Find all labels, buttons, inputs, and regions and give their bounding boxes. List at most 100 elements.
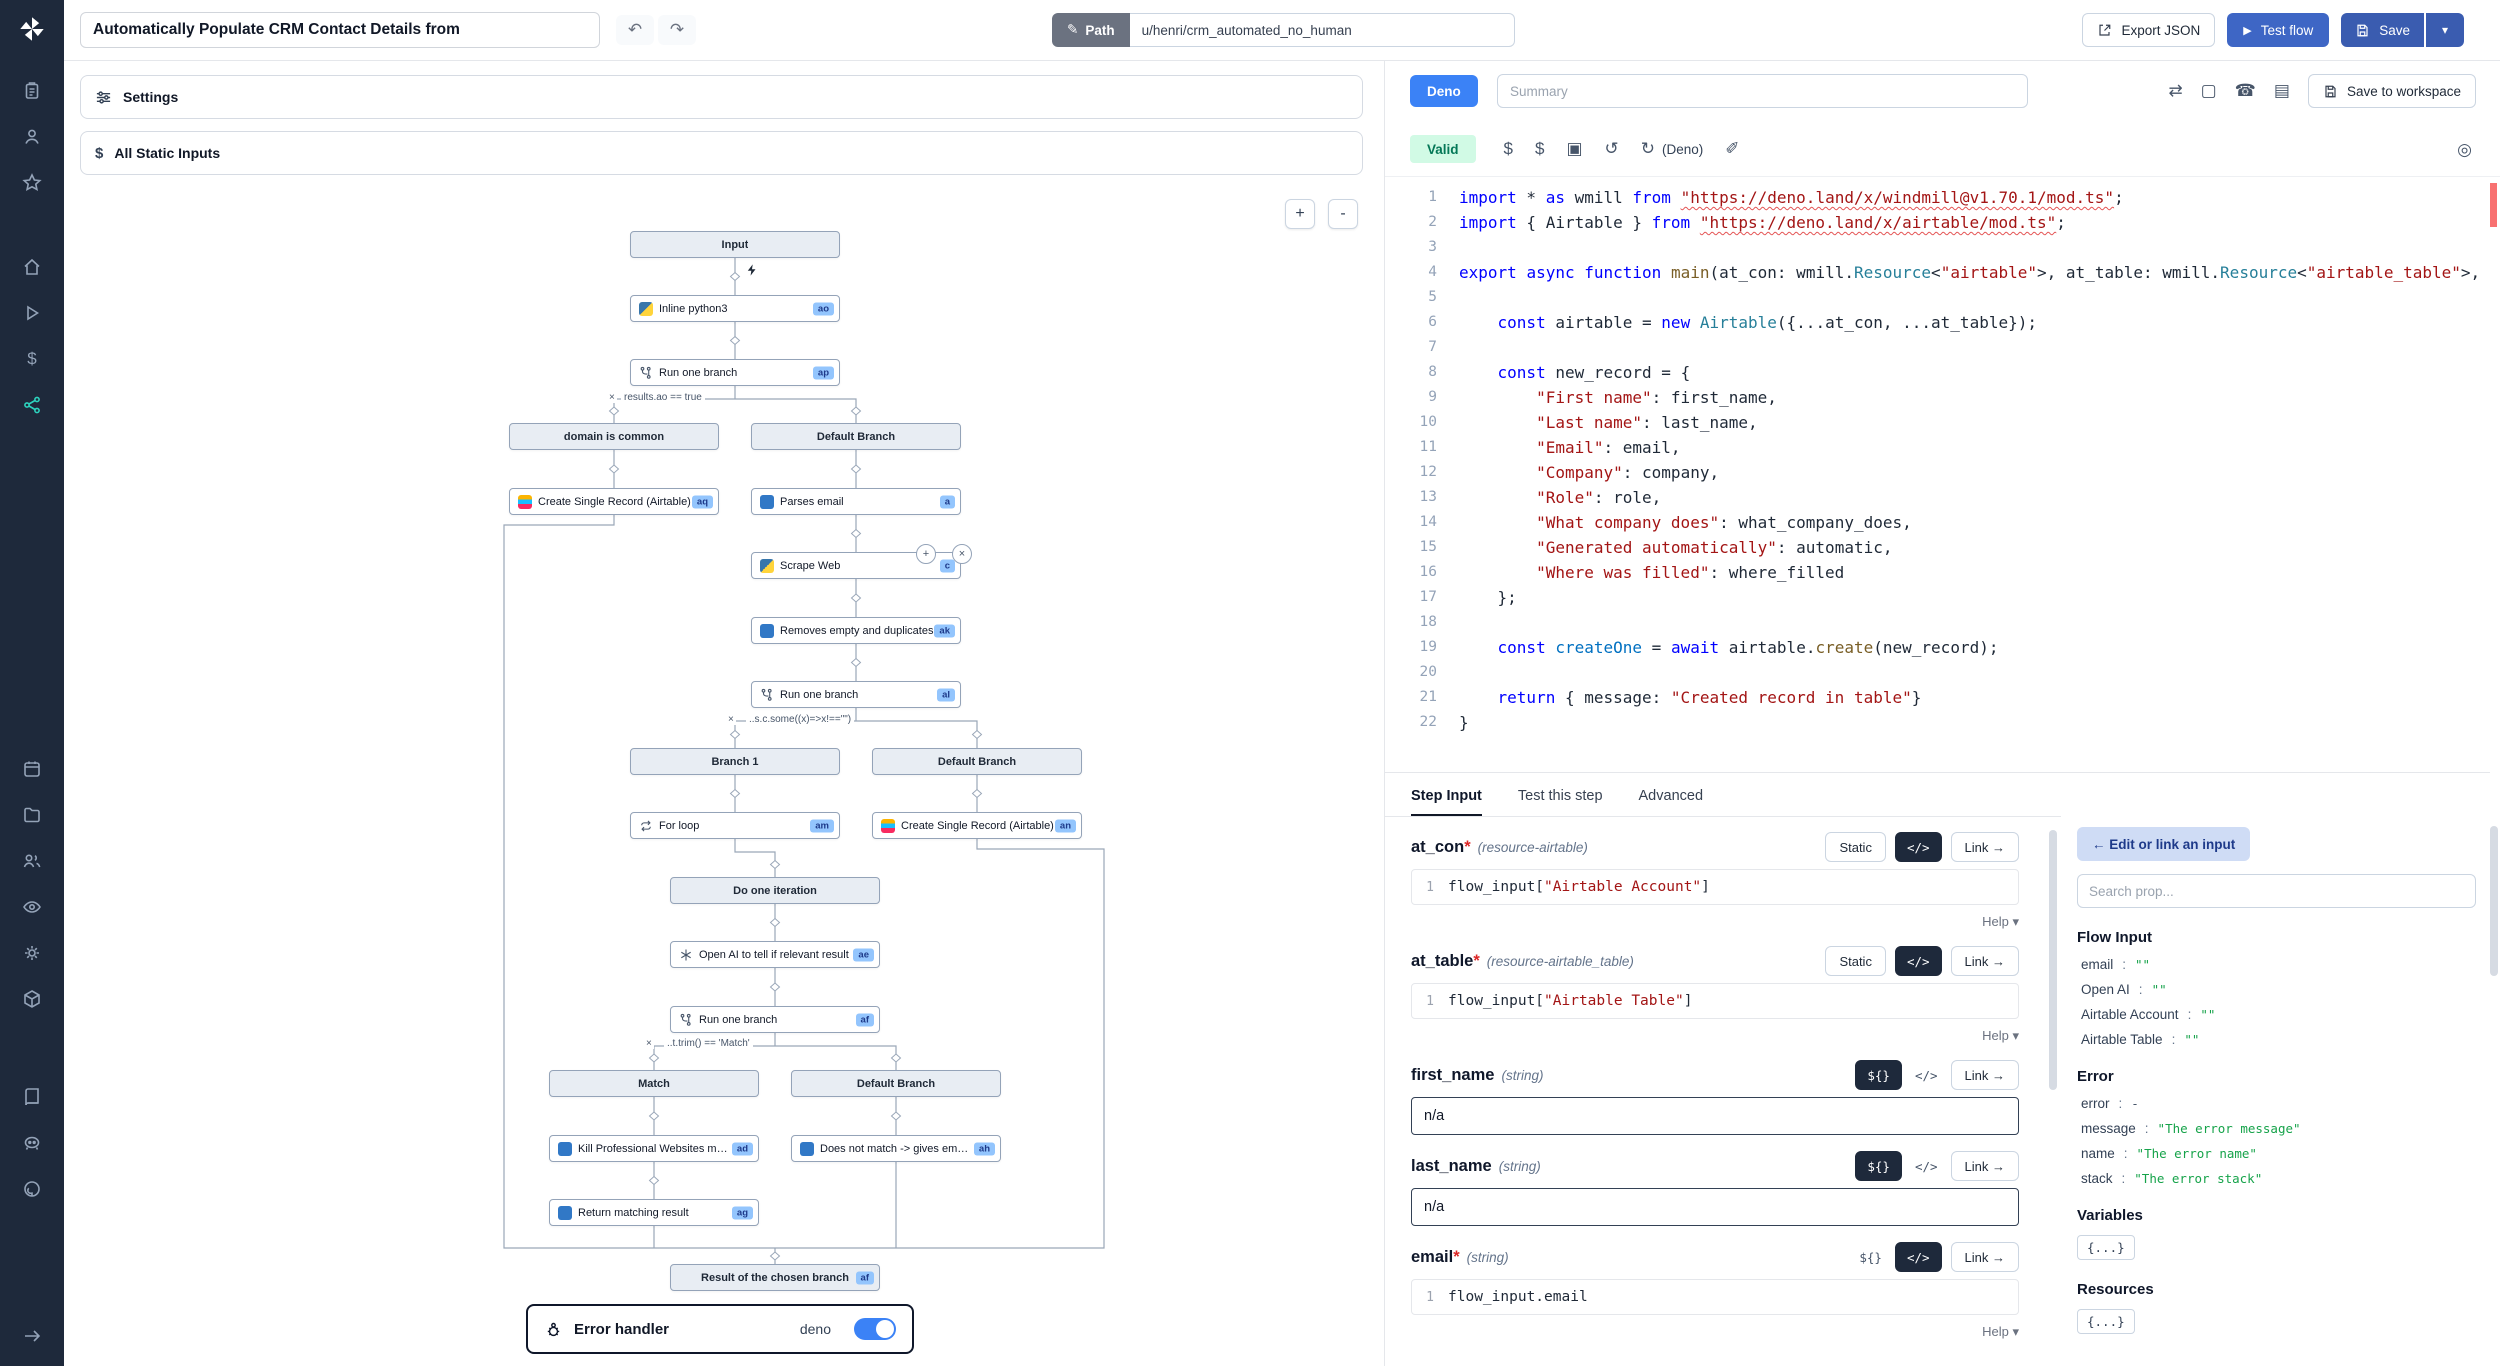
field-first_name-template-toggle[interactable]: ${}: [1855, 1060, 1902, 1090]
branch-close-icon[interactable]: ×: [607, 392, 617, 403]
windmill-logo[interactable]: [0, 0, 64, 58]
format-brush-icon[interactable]: ✐: [1725, 139, 1739, 159]
prop-chip-variables[interactable]: {...}: [2077, 1235, 2135, 1260]
flow-node-def1[interactable]: Default Branch: [751, 423, 961, 450]
flow-node-doone[interactable]: Do one iteration: [670, 877, 880, 904]
tab-test-this-step[interactable]: Test this step: [1518, 788, 1603, 816]
sidebar-item-docs[interactable]: [0, 1074, 64, 1120]
prop-entry-message[interactable]: message:"The error message": [2077, 1121, 2476, 1136]
prop-entry-name[interactable]: name:"The error name": [2077, 1146, 2476, 1161]
flow-node-br1[interactable]: Branch 1: [630, 748, 840, 775]
sidebar-item-variables[interactable]: $: [0, 336, 64, 382]
undo-button[interactable]: ↶: [616, 15, 654, 45]
flow-node-kill[interactable]: Kill Professional Websites mentionsad: [549, 1135, 759, 1162]
flow-node-def2[interactable]: Default Branch: [872, 748, 1082, 775]
field-at_con-expression[interactable]: 1flow_input["Airtable Account"]: [1411, 869, 2019, 905]
eye-icon[interactable]: ◎: [2457, 140, 2472, 160]
error-handler-toggle[interactable]: [854, 1318, 896, 1340]
sidebar-item-audit-logs[interactable]: [0, 884, 64, 930]
prop-chip-resources[interactable]: {...}: [2077, 1309, 2135, 1334]
field-at_con-code-toggle[interactable]: </>: [1895, 832, 1942, 862]
flow-node-openai[interactable]: Open AI to tell if relevant resultae: [670, 941, 880, 968]
library-icon[interactable]: ▤: [2274, 81, 2290, 101]
history-icon[interactable]: ↺: [1605, 139, 1619, 159]
field-at_table-code-toggle[interactable]: </>: [1895, 946, 1942, 976]
flow-node-ret[interactable]: Return matching resultag: [549, 1199, 759, 1226]
prop-entry-airtable-account[interactable]: Airtable Account:"": [2077, 1007, 2476, 1022]
sidebar-item-workspace[interactable]: [0, 68, 64, 114]
sidebar-item-favorites[interactable]: [0, 160, 64, 206]
field-first_name-code-toggle[interactable]: </>: [1911, 1060, 1942, 1090]
field-at_con-help-link[interactable]: Help ▾: [1411, 914, 2019, 930]
language-badge[interactable]: Deno: [1410, 75, 1478, 107]
field-at_table-static-button[interactable]: Static: [1825, 946, 1886, 976]
redo-button[interactable]: ↷: [658, 15, 696, 45]
path-button[interactable]: ✎ Path: [1052, 13, 1130, 47]
sidebar-item-schedules[interactable]: [0, 746, 64, 792]
field-email-template-toggle[interactable]: ${}: [1855, 1242, 1886, 1272]
resource-dollar-icon[interactable]: $: [1535, 139, 1544, 159]
prop-entry-email[interactable]: email:"": [2077, 957, 2476, 972]
flow-node-sr_r[interactable]: Create Single Record (Airtable)an: [872, 812, 1082, 839]
settings-accordion[interactable]: Settings: [80, 75, 1363, 119]
field-last_name-template-toggle[interactable]: ${}: [1855, 1151, 1902, 1181]
field-at_table-link-button[interactable]: Link →: [1951, 946, 2019, 976]
field-email-expression[interactable]: 1flow_input.email: [1411, 1279, 2019, 1315]
flow-node-result[interactable]: Result of the chosen branchaf: [670, 1264, 880, 1291]
flow-node-af[interactable]: Run one branchaf: [670, 1006, 880, 1033]
field-at_table-expression[interactable]: 1flow_input["Airtable Table"]: [1411, 983, 2019, 1019]
field-at_con-link-button[interactable]: Link →: [1951, 832, 2019, 862]
flow-canvas[interactable]: + - Error handler deno InputInline pytho…: [64, 183, 1384, 1366]
prop-search-input[interactable]: [2077, 874, 2476, 908]
flow-node-py[interactable]: Inline python3ao: [630, 295, 840, 322]
flow-node-al[interactable]: Run one branchal: [751, 681, 961, 708]
sidebar-item-workers[interactable]: [0, 976, 64, 1022]
sidebar-item-folders[interactable]: [0, 792, 64, 838]
panel-divider[interactable]: [1384, 60, 1385, 1366]
branch-close-icon[interactable]: ×: [644, 1038, 654, 1049]
edit-or-link-input-button[interactable]: ← Edit or link an input: [2077, 827, 2250, 861]
step-panel-scrollbar[interactable]: [2049, 830, 2057, 1090]
tab-step-input[interactable]: Step Input: [1411, 788, 1482, 816]
zoom-in-button[interactable]: +: [1285, 199, 1315, 229]
tab-advanced[interactable]: Advanced: [1639, 788, 1704, 816]
field-email-help-link[interactable]: Help ▾: [1411, 1324, 2019, 1340]
sidebar-item-runs[interactable]: [0, 290, 64, 336]
static-inputs-accordion[interactable]: $ All Static Inputs: [80, 131, 1363, 175]
grid-icon[interactable]: ▣: [1566, 139, 1582, 159]
save-button[interactable]: Save: [2341, 13, 2424, 47]
field-at_table-help-link[interactable]: Help ▾: [1411, 1028, 2019, 1044]
flow-node-forloop[interactable]: For loopam: [630, 812, 840, 839]
path-value[interactable]: u/henri/crm_automated_no_human: [1130, 13, 1515, 47]
field-email-link-button[interactable]: Link →: [1951, 1242, 2019, 1272]
code-editor[interactable]: 12345678910111213141516171819202122 impo…: [1385, 177, 2500, 772]
save-to-workspace-button[interactable]: Save to workspace: [2308, 74, 2476, 108]
sidebar-item-user[interactable]: [0, 114, 64, 160]
runtime-selector[interactable]: ↻ (Deno): [1641, 139, 1704, 159]
flow-node-match[interactable]: Match: [549, 1070, 759, 1097]
summary-input[interactable]: [1497, 74, 2028, 108]
phone-icon[interactable]: ☎: [2235, 81, 2256, 101]
sidebar-item-home[interactable]: [0, 244, 64, 290]
prop-entry-stack[interactable]: stack:"The error stack": [2077, 1171, 2476, 1186]
flow-node-sr_l[interactable]: Create Single Record (Airtable)aq: [509, 488, 719, 515]
sidebar-item-github[interactable]: [0, 1166, 64, 1212]
insert-step-button[interactable]: +: [916, 544, 936, 564]
remove-step-button[interactable]: ×: [952, 544, 972, 564]
flow-node-nomatch[interactable]: Does not match -> gives empty valueah: [791, 1135, 1001, 1162]
flow-node-removes[interactable]: Removes empty and duplicatesak: [751, 617, 961, 644]
field-last_name-code-toggle[interactable]: </>: [1911, 1151, 1942, 1181]
sidebar-collapse-button[interactable]: [0, 1316, 64, 1356]
sidebar-item-discord[interactable]: [0, 1120, 64, 1166]
prop-panel-scrollbar[interactable]: [2490, 826, 2498, 976]
valid-status-badge[interactable]: Valid: [1410, 135, 1476, 163]
export-json-button[interactable]: Export JSON: [2082, 13, 2215, 47]
flow-node-domain[interactable]: domain is common: [509, 423, 719, 450]
prop-entry-airtable-table[interactable]: Airtable Table:"": [2077, 1032, 2476, 1047]
swap-icon[interactable]: ⇄: [2168, 81, 2182, 101]
field-last_name-input[interactable]: [1411, 1188, 2019, 1226]
sidebar-item-flows[interactable]: [0, 382, 64, 428]
flow-node-input[interactable]: Input: [630, 231, 840, 258]
sidebar-item-settings[interactable]: [0, 930, 64, 976]
field-at_con-static-button[interactable]: Static: [1825, 832, 1886, 862]
